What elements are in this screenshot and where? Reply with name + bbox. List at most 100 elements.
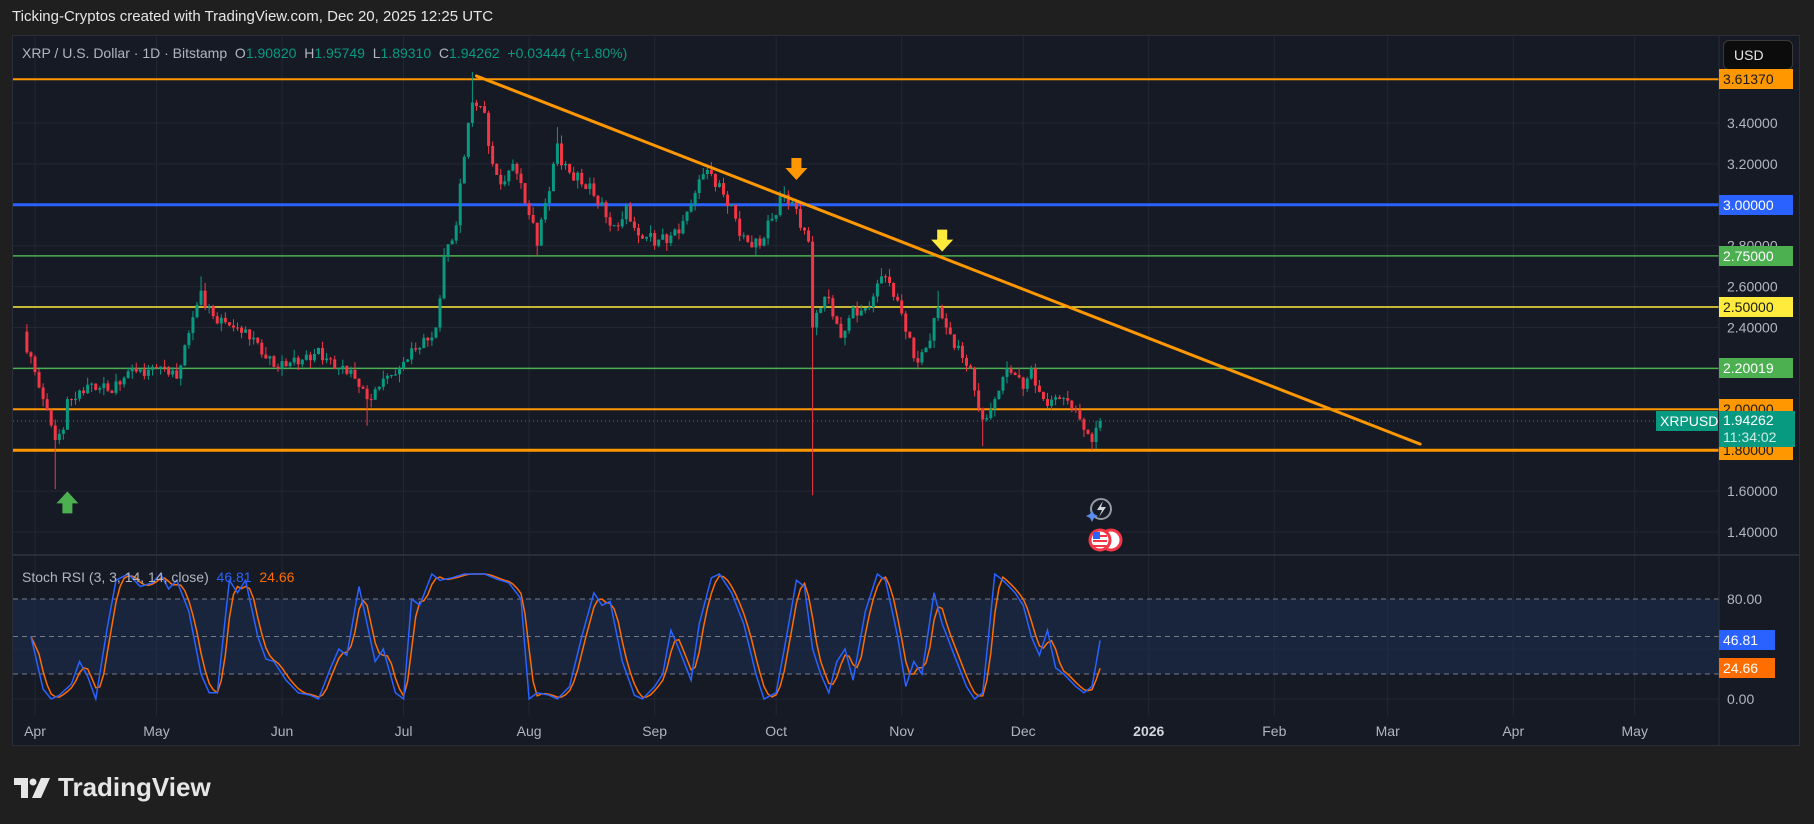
candle-body bbox=[341, 365, 345, 369]
stoch-tick-label: 0.00 bbox=[1727, 691, 1754, 707]
time-axis: Apr May Jun Jul Aug Sep Oct Nov Dec 2026 Feb Mar Apr… bbox=[24, 723, 1648, 739]
candle-body bbox=[252, 337, 256, 340]
symbol-legend[interactable]: XRP / U.S. Dollar · 1D · Bitstamp O1.908… bbox=[22, 45, 627, 61]
candle-body bbox=[547, 191, 551, 203]
candle-body bbox=[365, 388, 369, 400]
tradingview-logo-icon bbox=[14, 777, 50, 798]
candle-body bbox=[952, 334, 956, 348]
candle-body bbox=[345, 365, 349, 374]
candle-body bbox=[807, 230, 811, 242]
candle-body bbox=[689, 204, 693, 212]
candle-body bbox=[146, 369, 150, 376]
candle-body bbox=[312, 354, 316, 361]
candle-body bbox=[1033, 368, 1037, 386]
candle-body bbox=[1050, 399, 1054, 406]
candle-body bbox=[847, 318, 851, 331]
candle-body bbox=[86, 384, 90, 394]
currency-button[interactable]: USD bbox=[1723, 40, 1793, 70]
symbol-title: XRP / U.S. Dollar · 1D · Bitstamp bbox=[22, 45, 228, 61]
candle-body bbox=[973, 368, 977, 391]
candle-body bbox=[130, 368, 134, 372]
candle-body bbox=[29, 352, 33, 357]
arrow-down-icon[interactable] bbox=[785, 158, 808, 181]
candle-body bbox=[187, 332, 191, 346]
candle-body bbox=[1074, 409, 1078, 411]
candle-body bbox=[888, 276, 892, 284]
candle-body bbox=[831, 298, 835, 317]
candle-body bbox=[596, 195, 600, 205]
price-chart[interactable]: 3.400003.200002.800002.600002.400001.600… bbox=[0, 0, 1814, 824]
candle-body bbox=[709, 169, 713, 174]
candle-body bbox=[41, 387, 45, 400]
candle-body bbox=[657, 239, 661, 246]
candle-body bbox=[37, 372, 41, 388]
symbol-badge: XRPUSD bbox=[1656, 411, 1718, 432]
candle-body bbox=[920, 352, 924, 363]
candle-body bbox=[584, 184, 588, 189]
candle-body bbox=[491, 145, 495, 164]
candle-body bbox=[138, 369, 142, 372]
candle-body bbox=[705, 169, 709, 175]
candle-body bbox=[790, 201, 794, 204]
candle-body bbox=[843, 330, 847, 338]
candle-body bbox=[450, 240, 454, 245]
candle-body bbox=[134, 368, 138, 372]
candle-body bbox=[697, 179, 701, 193]
candle-body bbox=[600, 202, 604, 205]
candle-body bbox=[815, 312, 819, 328]
lightning-icon[interactable] bbox=[1086, 498, 1112, 522]
candle-body bbox=[333, 359, 337, 369]
candle-body bbox=[296, 357, 300, 365]
level-price-badge: 3.61370 bbox=[1719, 69, 1793, 90]
candle-body bbox=[122, 377, 126, 385]
candle-body bbox=[248, 329, 252, 340]
candle-body bbox=[211, 305, 215, 317]
candle-body bbox=[734, 204, 738, 219]
us-flag-icon[interactable] bbox=[1088, 528, 1123, 552]
candle-body bbox=[778, 196, 782, 216]
candle-body bbox=[82, 390, 86, 394]
candle-body bbox=[454, 225, 458, 241]
level-price-badge: 2.75000 bbox=[1719, 245, 1793, 266]
candle-body bbox=[191, 317, 195, 333]
candle-body bbox=[418, 347, 422, 350]
candle-body bbox=[1005, 368, 1009, 378]
candle-body bbox=[1066, 398, 1070, 401]
trendline[interactable] bbox=[474, 74, 1422, 446]
candle-body bbox=[414, 348, 418, 350]
time-axis-label: Aug bbox=[517, 723, 542, 739]
tradingview-logo[interactable]: TradingView bbox=[14, 772, 211, 803]
candle-body bbox=[1041, 391, 1045, 400]
candle-body bbox=[717, 183, 721, 187]
arrow-down-icon[interactable] bbox=[931, 229, 954, 252]
candle-body bbox=[527, 203, 531, 216]
candle-body bbox=[215, 316, 219, 324]
price-tick-label: 1.40000 bbox=[1727, 524, 1778, 540]
arrow-up-icon[interactable] bbox=[56, 491, 79, 514]
candle-body bbox=[758, 238, 762, 246]
candle-body bbox=[90, 383, 94, 385]
candle-body bbox=[669, 235, 673, 244]
candle-body bbox=[466, 123, 470, 157]
candle-body bbox=[592, 183, 596, 196]
candle-body bbox=[871, 296, 875, 308]
candle-body bbox=[636, 227, 640, 236]
candle-body bbox=[965, 358, 968, 366]
candle-body bbox=[280, 361, 284, 369]
candle-body bbox=[57, 433, 61, 440]
markers bbox=[56, 158, 954, 514]
candle-body bbox=[260, 342, 264, 355]
time-axis-label: Jun bbox=[271, 723, 294, 739]
candle-body bbox=[507, 170, 511, 182]
candle-body bbox=[985, 417, 989, 420]
candle-body bbox=[503, 181, 507, 185]
candle-body bbox=[207, 305, 211, 308]
candle-body bbox=[240, 327, 244, 333]
stoch-rsi-legend[interactable]: Stoch RSI (3, 3, 14, 14, close) 46.81 24… bbox=[22, 569, 294, 585]
candle-body bbox=[948, 327, 952, 335]
candle-body bbox=[61, 429, 65, 434]
candle-body bbox=[677, 229, 681, 234]
close-value: 1.94262 bbox=[449, 45, 500, 61]
candle-body bbox=[543, 202, 547, 220]
open-label: O bbox=[234, 45, 246, 61]
